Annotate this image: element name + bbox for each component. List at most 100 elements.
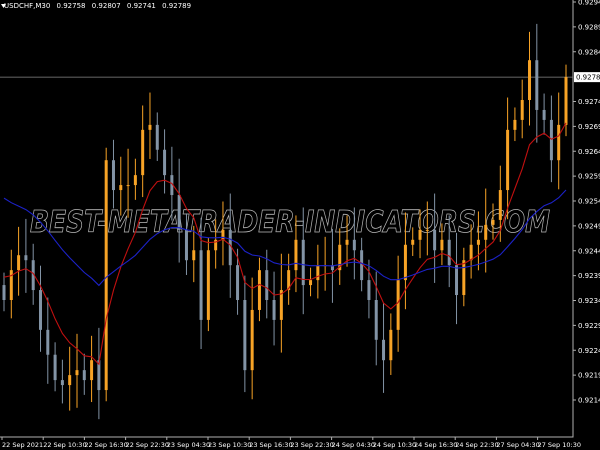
open-value: 0.92758 xyxy=(56,2,86,10)
candle-body xyxy=(345,239,349,245)
y-tick-label: 0.92890 xyxy=(578,23,600,31)
candle-body xyxy=(549,119,553,161)
y-tick-label: 0.92590 xyxy=(578,173,600,181)
y-tick-label: 0.92340 xyxy=(578,297,600,305)
x-tick-label: 23 Sep 16:30 xyxy=(249,441,292,449)
candle-body xyxy=(382,339,386,361)
candle-body xyxy=(462,260,466,296)
candle-body xyxy=(309,280,313,286)
y-tick-label: 0.92640 xyxy=(578,148,600,156)
x-tick-label: 23 Sep 22:30 xyxy=(290,441,333,449)
candle-body xyxy=(367,280,371,301)
candle-body xyxy=(250,309,254,371)
candle-body xyxy=(491,219,495,225)
candle-body xyxy=(104,160,108,391)
candle-body xyxy=(557,124,561,161)
candle-body xyxy=(316,265,320,281)
candle-body xyxy=(433,229,437,251)
candle-body xyxy=(352,239,356,251)
y-tick-label: 0.92840 xyxy=(578,48,600,56)
candle-body xyxy=(206,250,210,320)
x-tick-label: 24 Sep 22:30 xyxy=(455,441,498,449)
candle-body xyxy=(455,265,459,296)
candle-body xyxy=(126,185,130,187)
x-tick-label: 22 Sep 22:30 xyxy=(126,441,169,449)
x-tick-label: 22 Sep 16:30 xyxy=(84,441,127,449)
fast-ma-line xyxy=(3,122,567,366)
y-tick-label: 0.92240 xyxy=(578,347,600,355)
x-tick-label: 22 Sep 2021 xyxy=(2,441,43,449)
x-tick-label: 23 Sep 10:30 xyxy=(208,441,251,449)
candle-body xyxy=(396,280,400,330)
symbol-label: USDCHF,M30 xyxy=(4,2,51,10)
candle-body xyxy=(184,229,188,261)
y-tick-label: 0.92290 xyxy=(578,322,600,330)
candle-body xyxy=(294,239,298,271)
candle-body xyxy=(17,255,21,271)
y-tick-label: 0.92740 xyxy=(578,98,600,106)
candle-body xyxy=(155,124,159,150)
candle-body xyxy=(133,175,137,186)
candle-body xyxy=(374,300,378,340)
candle-body xyxy=(476,239,480,245)
x-tick-label: 22 Sep 10:30 xyxy=(43,441,86,449)
high-value: 0.92807 xyxy=(91,2,121,10)
low-value: 0.92741 xyxy=(126,2,156,10)
candle-body xyxy=(535,60,539,110)
y-tick-label: 0.92690 xyxy=(578,123,600,131)
candle-body xyxy=(163,149,167,176)
candle-body xyxy=(141,129,145,176)
candle-body xyxy=(418,229,422,240)
candle-body xyxy=(411,239,415,245)
y-tick-label: 0.92390 xyxy=(578,272,600,280)
current-price-label: 0.92789 xyxy=(576,74,600,82)
candle-body xyxy=(243,300,247,371)
candle-body xyxy=(469,244,473,261)
candle-body xyxy=(506,129,510,191)
candle-body xyxy=(60,380,64,386)
watermark: BEST-METATRADER-INDICATORS.COM xyxy=(30,205,550,240)
candle-body xyxy=(564,77,568,125)
y-tick-label: 0.92190 xyxy=(578,372,600,380)
candle-body xyxy=(440,239,444,251)
candle-body xyxy=(542,109,546,120)
candle-body xyxy=(177,195,181,230)
candle-body xyxy=(272,300,276,320)
candle-body xyxy=(528,60,532,101)
candle-body xyxy=(520,100,524,120)
candle-body xyxy=(257,270,261,310)
candle-body xyxy=(403,244,407,281)
x-tick-label: 27 Sep 10:30 xyxy=(538,441,581,449)
close-value: 0.92789 xyxy=(162,2,192,10)
candle-body xyxy=(389,329,393,361)
x-tick-label: 23 Sep 04:30 xyxy=(167,441,210,449)
candle-body xyxy=(148,124,152,130)
y-tick-label: 0.92440 xyxy=(578,247,600,255)
candle-body xyxy=(484,224,488,240)
candle-body xyxy=(236,265,240,301)
candle-body xyxy=(82,370,86,381)
candle-body xyxy=(513,119,517,130)
y-tick-label: 0.92490 xyxy=(578,222,600,230)
candle-body xyxy=(265,270,269,301)
candle-body xyxy=(24,255,28,261)
candle-body xyxy=(38,290,42,330)
candle-body xyxy=(53,354,57,381)
candle-body xyxy=(498,190,502,220)
candle-body xyxy=(119,185,123,191)
candle-body xyxy=(221,229,225,240)
candle-body xyxy=(2,285,6,301)
chart-title: USDCHF,M30 0.92758 0.92807 0.92741 0.927… xyxy=(4,2,195,10)
x-tick-label: 24 Sep 04:30 xyxy=(332,441,375,449)
x-tick-label: 24 Sep 16:30 xyxy=(414,441,457,449)
y-tick-label: 0.92940 xyxy=(578,0,600,7)
x-tick-label: 27 Sep 04:30 xyxy=(496,441,539,449)
candle-body xyxy=(111,160,115,191)
price-chart[interactable]: 0.92940 0.92890 0.92840 0.92740 0.92690 0.926… xyxy=(0,0,600,450)
candle-body xyxy=(192,250,196,261)
candle-body xyxy=(68,375,72,386)
candle-body xyxy=(199,250,203,320)
x-tick-label: 24 Sep 10:30 xyxy=(373,441,416,449)
y-tick-label: 0.92540 xyxy=(578,198,600,206)
y-tick-label: 0.92140 xyxy=(578,397,600,405)
